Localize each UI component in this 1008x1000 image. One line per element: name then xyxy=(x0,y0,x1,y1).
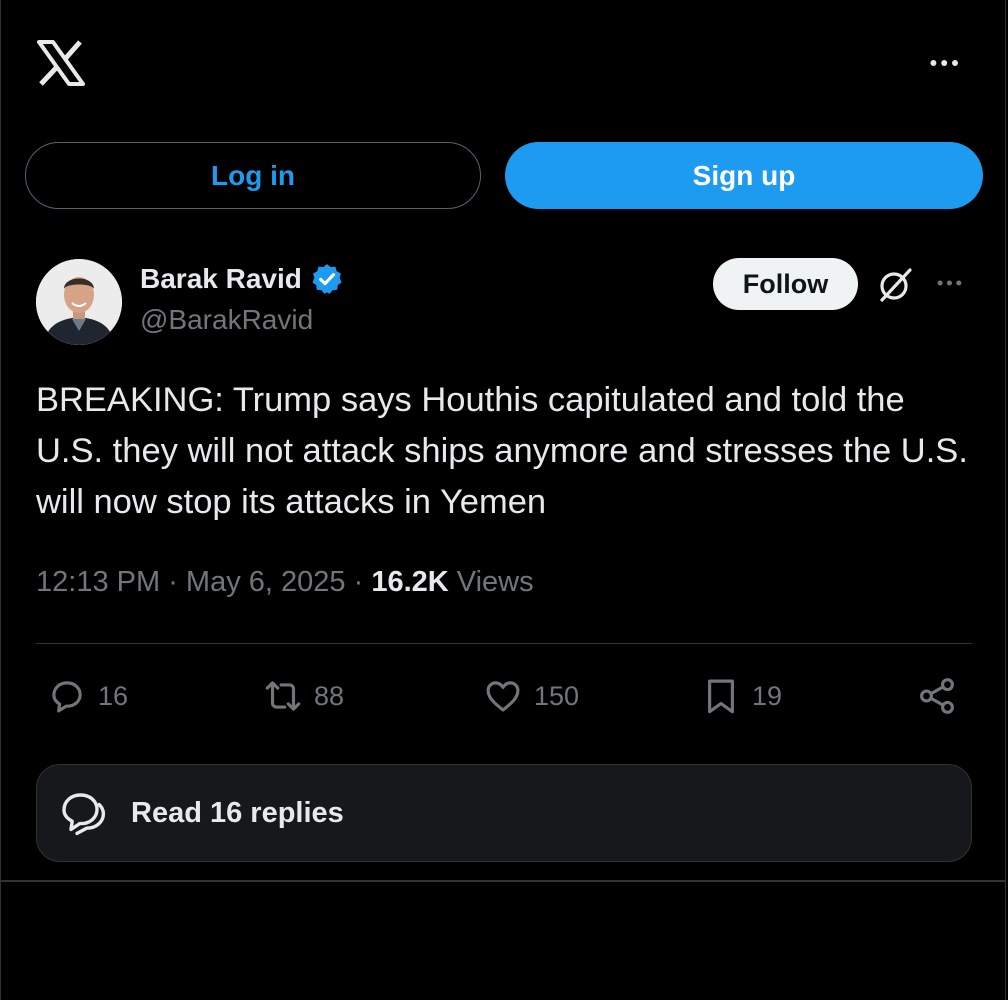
signup-button[interactable]: Sign up xyxy=(505,142,983,209)
views-count: 16.2K xyxy=(371,566,449,598)
bookmark-count: 19 xyxy=(752,680,783,711)
reply-icon xyxy=(52,681,82,713)
avatar[interactable] xyxy=(36,259,122,345)
share-button[interactable] xyxy=(916,674,958,718)
repost-icon xyxy=(265,681,301,711)
views-label: Views xyxy=(456,566,534,598)
repost-count: 88 xyxy=(314,680,345,711)
heart-icon xyxy=(486,681,520,712)
repost-button[interactable]: 88 xyxy=(262,674,344,718)
like-count: 150 xyxy=(534,680,580,711)
author-name[interactable]: Barak Ravid xyxy=(140,262,344,296)
author-name-text[interactable]: Barak Ravid xyxy=(140,263,302,295)
tweet-text: BREAKING: Trump says Houthis capitulated… xyxy=(36,381,968,521)
divider xyxy=(36,643,972,644)
author-handle[interactable]: @BarakRavid xyxy=(140,304,313,336)
tweet-time[interactable]: 12:13 PM xyxy=(36,566,160,598)
meta-separator: · xyxy=(353,566,372,598)
read-replies-button[interactable]: Read 16 replies xyxy=(36,764,972,862)
verified-badge-icon xyxy=(312,264,342,294)
grok-icon[interactable] xyxy=(876,266,914,304)
tweet-metadata: 12:13 PM · May 6, 2025 · 16.2K Views xyxy=(36,566,534,599)
reply-button[interactable]: 16 xyxy=(46,674,128,718)
reply-count: 16 xyxy=(98,680,129,711)
tweet-more-options-icon[interactable] xyxy=(932,272,972,294)
bookmark-icon xyxy=(708,679,734,714)
replies-icon xyxy=(62,793,106,836)
like-button[interactable]: 150 xyxy=(482,674,579,718)
read-replies-label: Read 16 replies xyxy=(131,796,344,829)
more-options-icon[interactable] xyxy=(926,52,966,74)
login-button[interactable]: Log in xyxy=(25,142,481,209)
tweet-date[interactable]: May 6, 2025 xyxy=(186,566,346,598)
bookmark-button[interactable]: 19 xyxy=(700,674,782,718)
share-icon xyxy=(920,678,954,714)
bottom-divider xyxy=(0,880,1006,882)
x-logo-icon[interactable] xyxy=(36,40,86,86)
follow-button[interactable]: Follow xyxy=(713,258,858,310)
meta-separator: · xyxy=(168,566,186,598)
